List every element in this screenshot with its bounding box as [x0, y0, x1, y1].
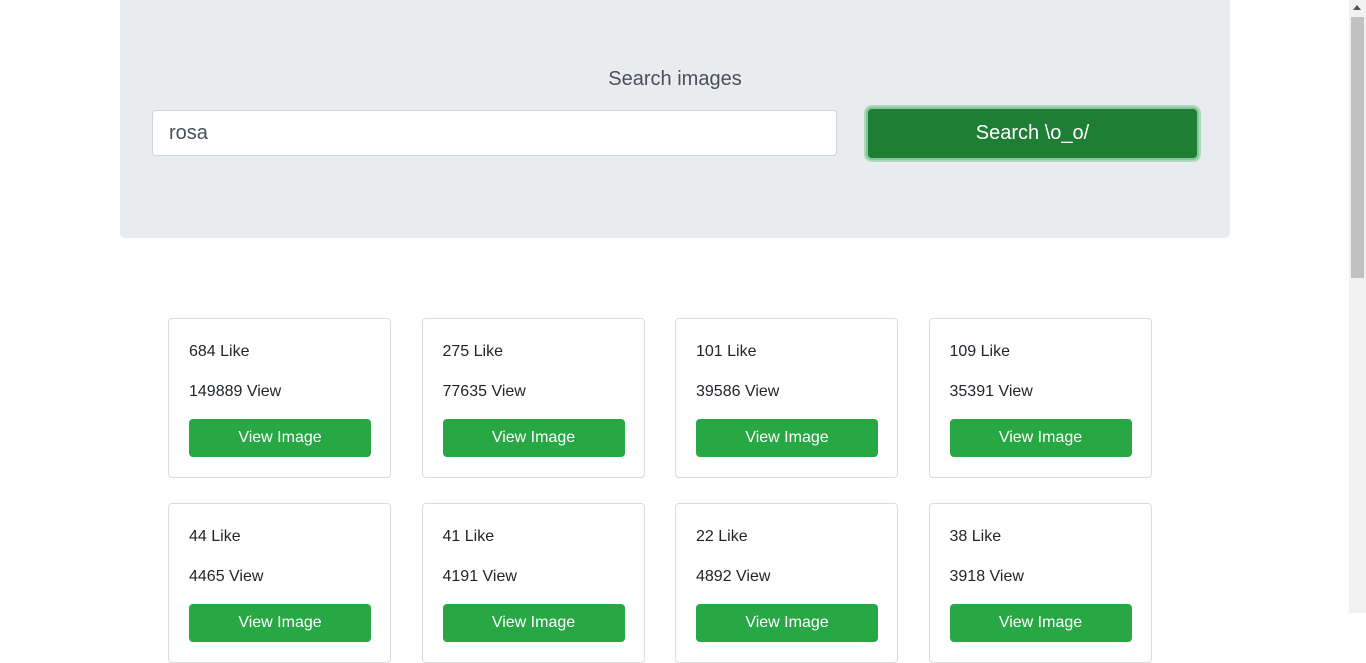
like-count: 44 Like: [189, 528, 241, 545]
image-card: 38 Like 3918 View View Image: [928, 503, 1152, 663]
search-panel: Search images Search \o_o/: [120, 0, 1230, 238]
view-image-button[interactable]: View Image: [696, 419, 878, 457]
view-image-button[interactable]: View Image: [189, 604, 371, 642]
view-image-button[interactable]: View Image: [442, 419, 625, 457]
view-count: 77635 View: [442, 383, 526, 400]
image-card: 44 Like 4465 View View Image: [168, 503, 391, 663]
like-count: 275 Like: [442, 343, 504, 360]
view-count: 35391 View: [949, 383, 1033, 400]
search-title: Search images: [608, 68, 742, 90]
view-image-button[interactable]: View Image: [949, 604, 1132, 642]
image-card: 684 Like 149889 View View Image: [168, 318, 391, 478]
view-count: 149889 View: [189, 383, 282, 400]
view-image-button[interactable]: View Image: [696, 604, 878, 642]
view-count: 3918 View: [949, 568, 1024, 585]
view-count: 4892 View: [696, 568, 771, 585]
image-card: 41 Like 4191 View View Image: [421, 503, 645, 663]
like-count: 101 Like: [696, 343, 757, 360]
image-card: 109 Like 35391 View View Image: [928, 318, 1152, 478]
view-count: 4191 View: [442, 568, 517, 585]
results-grid: 684 Like 149889 View View Image 275 Like…: [168, 318, 1152, 663]
like-count: 109 Like: [949, 343, 1011, 360]
view-image-button[interactable]: View Image: [189, 419, 371, 457]
scrollbar-thumb[interactable]: [1351, 17, 1364, 278]
image-card: 22 Like 4892 View View Image: [675, 503, 898, 663]
like-count: 38 Like: [949, 528, 1002, 545]
search-button[interactable]: Search \o_o/: [866, 107, 1199, 160]
scroll-up-arrow-icon[interactable]: [1353, 5, 1361, 10]
view-image-button[interactable]: View Image: [949, 419, 1132, 457]
vertical-scrollbar[interactable]: [1349, 0, 1366, 613]
view-count: 39586 View: [696, 383, 780, 400]
view-image-button[interactable]: View Image: [442, 604, 625, 642]
like-count: 22 Like: [696, 528, 748, 545]
like-count: 41 Like: [442, 528, 495, 545]
image-card: 275 Like 77635 View View Image: [421, 318, 645, 478]
image-card: 101 Like 39586 View View Image: [675, 318, 898, 478]
view-count: 4465 View: [189, 568, 264, 585]
like-count: 684 Like: [189, 343, 250, 360]
search-input[interactable]: [152, 110, 837, 156]
